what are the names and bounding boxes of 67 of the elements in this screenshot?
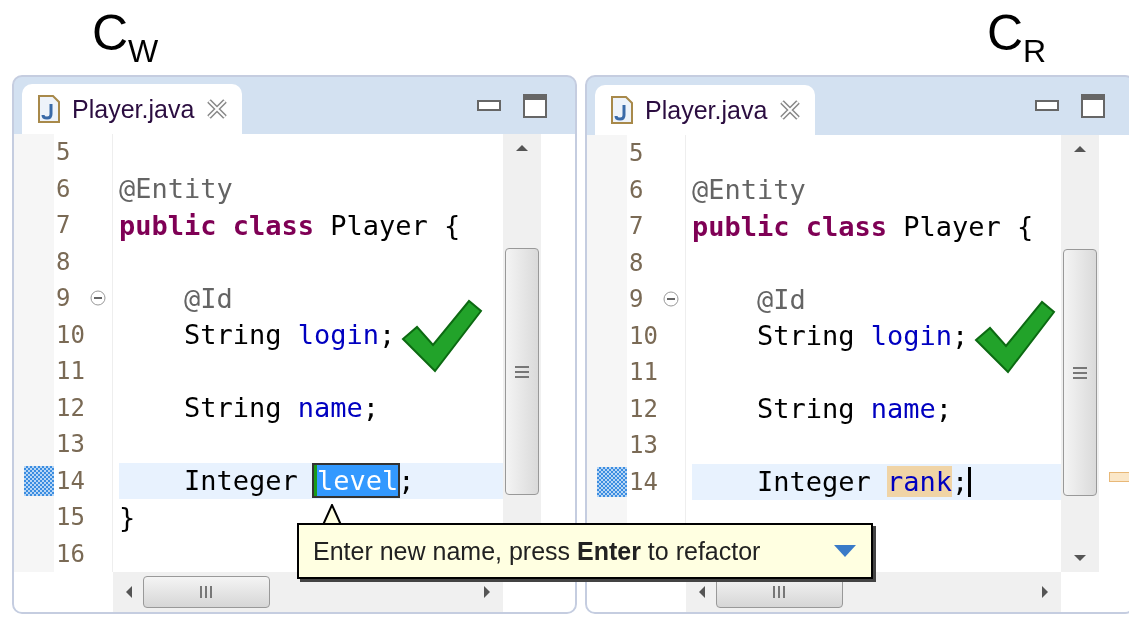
code-line: public class Player {: [119, 209, 461, 241]
line-number: 13: [628, 431, 659, 460]
code-line: @Entity: [692, 174, 806, 206]
code-line: Integer rank;: [756, 466, 969, 498]
scroll-up-icon[interactable]: [1073, 145, 1087, 153]
java-file-icon: [611, 96, 633, 124]
fold-icon[interactable]: [663, 291, 679, 308]
vertical-scrollbar[interactable]: [1061, 135, 1099, 572]
code-line: @Entity: [119, 173, 233, 205]
close-icon[interactable]: [206, 98, 229, 120]
line-number: 15: [55, 503, 86, 532]
tooltip-text: Enter new name, press Enter to refactor: [313, 536, 762, 566]
line-number: 10: [628, 321, 659, 350]
line-number: 8: [628, 248, 645, 277]
line-number: 7: [628, 212, 645, 241]
fold-icon[interactable]: [90, 290, 106, 307]
grip-icon: [199, 586, 214, 598]
line-number: 6: [55, 174, 72, 203]
code-line: String name;: [756, 393, 953, 425]
code-line: String login;: [756, 320, 969, 352]
code-line: String name;: [183, 392, 380, 424]
scroll-right-icon[interactable]: [1041, 585, 1049, 599]
line-number: 13: [55, 430, 86, 459]
line-number: 5: [55, 138, 72, 167]
scroll-right-icon[interactable]: [483, 585, 491, 599]
maximize-icon[interactable]: [1081, 94, 1105, 118]
grip-icon: [515, 365, 529, 378]
grip-icon: [1073, 366, 1087, 379]
code-line: String login;: [183, 319, 396, 351]
line-number: 9: [628, 285, 645, 314]
line-number: 7: [55, 211, 72, 240]
scroll-up-icon[interactable]: [515, 144, 529, 152]
scroll-down-icon[interactable]: [1073, 554, 1087, 562]
code-line: }: [119, 501, 136, 533]
code-line: @Id: [756, 283, 806, 315]
minimize-icon[interactable]: [477, 99, 501, 112]
minimize-icon[interactable]: [1035, 100, 1059, 112]
code-line: Integer level;: [183, 465, 415, 497]
panel-heading: C$_{W}$: [91, 4, 160, 71]
line-number: 10: [55, 320, 86, 349]
scroll-thumb[interactable]: [505, 248, 539, 495]
code-line: @Id: [183, 282, 233, 314]
grip-icon: [772, 586, 787, 598]
line-number: 5: [628, 139, 645, 168]
scroll-left-icon[interactable]: [125, 585, 133, 599]
line-number: 11: [55, 357, 86, 386]
scroll-left-icon[interactable]: [698, 585, 706, 599]
scroll-thumb[interactable]: [1063, 249, 1097, 496]
line-number: 16: [55, 539, 86, 568]
scroll-thumb[interactable]: [143, 576, 270, 608]
line-number: 12: [628, 394, 659, 423]
close-icon[interactable]: [779, 99, 802, 121]
java-file-icon: [38, 95, 60, 123]
line-number: 6: [628, 175, 645, 204]
line-number: 12: [55, 393, 86, 422]
line-number: 9: [55, 284, 72, 313]
line-number: 11: [628, 358, 659, 387]
code-line: public class Player {: [692, 210, 1034, 242]
overview-marker[interactable]: [1109, 472, 1129, 482]
line-number: 14: [628, 467, 659, 496]
panel-heading: C$_{R}$: [986, 4, 1048, 71]
editor-tab[interactable]: Player.java: [22, 84, 243, 134]
dropdown-icon[interactable]: [833, 544, 857, 558]
line-number: 14: [55, 466, 86, 495]
line-number: 8: [55, 247, 72, 276]
maximize-icon[interactable]: [523, 93, 547, 118]
editor-tab[interactable]: Player.java: [595, 85, 816, 135]
